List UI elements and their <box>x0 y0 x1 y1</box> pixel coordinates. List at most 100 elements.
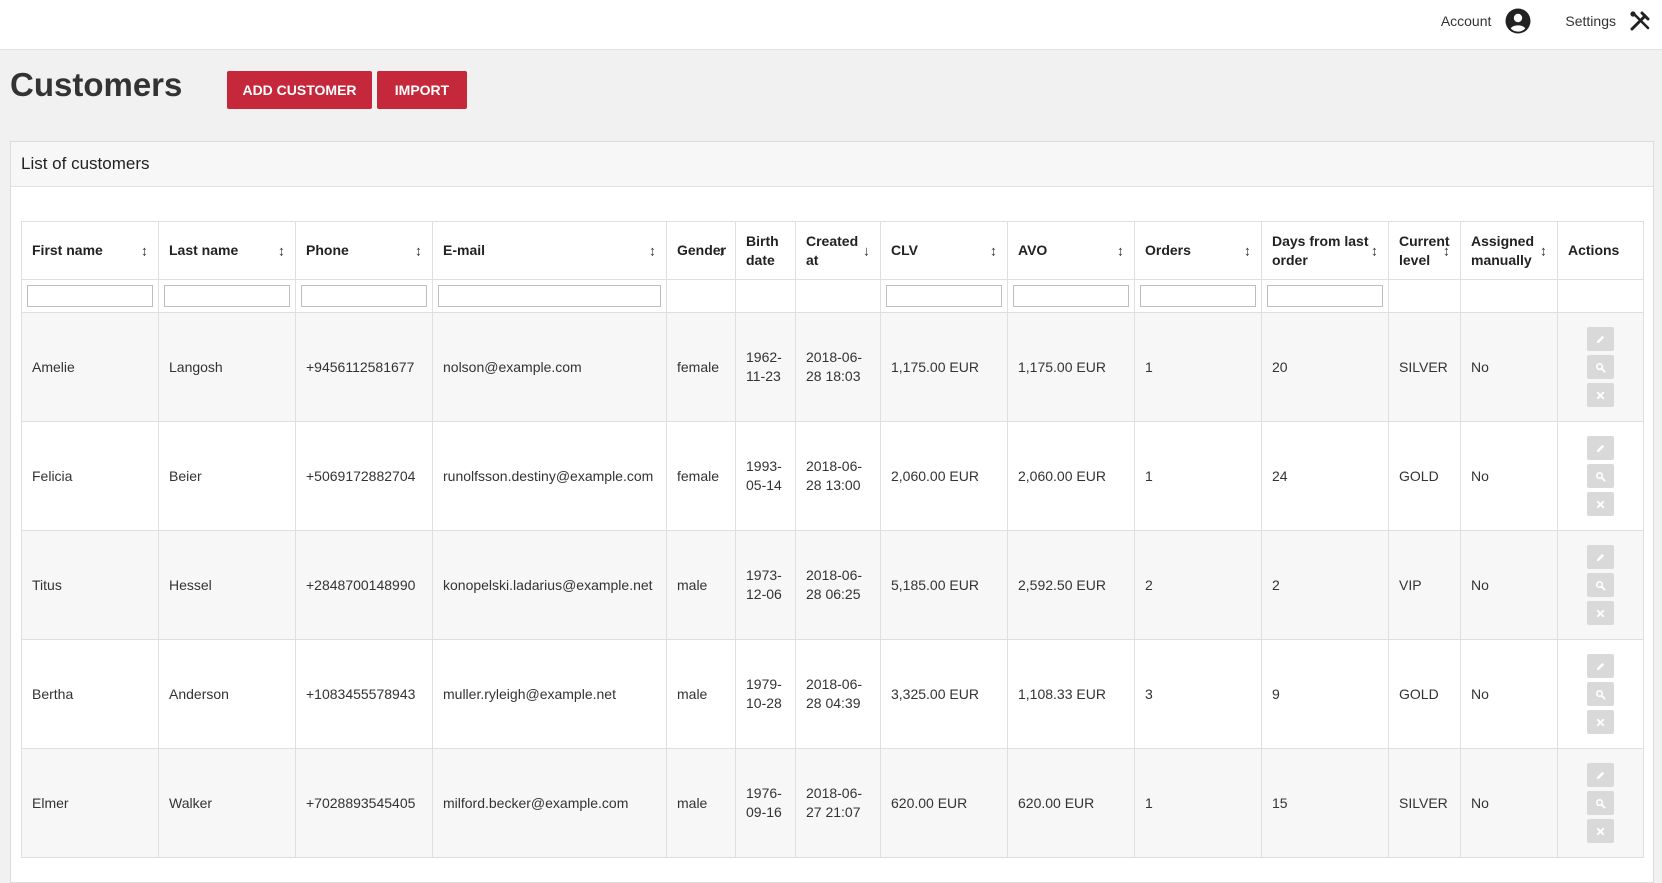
table-cell: 1993-05-14 <box>735 421 796 531</box>
col-last-name[interactable]: Last name ↕ <box>158 221 296 280</box>
col-label: Phone <box>306 242 349 258</box>
table-cell: 2018-06-28 18:03 <box>795 312 881 422</box>
delete-button[interactable] <box>1587 710 1614 734</box>
table-cell: No <box>1460 748 1558 858</box>
view-button[interactable] <box>1587 791 1614 815</box>
account-label: Account <box>1440 13 1492 29</box>
table-cell: 3,325.00 EUR <box>880 639 1008 749</box>
sort-icon[interactable]: ↕ <box>649 241 656 260</box>
table-cell: 1,108.33 EUR <box>1007 639 1135 749</box>
table-cell: 1979-10-28 <box>735 639 796 749</box>
edit-icon <box>1596 335 1605 343</box>
actions-cell <box>1557 748 1644 858</box>
table-cell: male <box>666 639 736 749</box>
col-assigned-manually[interactable]: Assigned manually ↕ <box>1460 221 1558 280</box>
table-cell: Beier <box>158 421 296 531</box>
col-label: Orders <box>1145 242 1191 258</box>
delete-button[interactable] <box>1587 601 1614 625</box>
sort-icon[interactable]: ↕ <box>1371 241 1378 260</box>
filter-avo[interactable] <box>1013 285 1129 307</box>
col-gender[interactable]: Gender ↕ <box>666 221 736 280</box>
table-row: Felicia Beier +5069172882704 runolfsson.des… <box>21 421 1644 531</box>
edit-button[interactable] <box>1587 654 1614 678</box>
table-cell: milford.becker@example.com <box>432 748 667 858</box>
col-first-name[interactable]: First name ↕ <box>21 221 159 280</box>
col-avo[interactable]: AVO ↕ <box>1007 221 1135 280</box>
row-actions <box>1568 652 1633 736</box>
row-actions <box>1568 434 1633 518</box>
top-bar: Account Settings <box>0 0 1662 50</box>
sort-icon[interactable]: ↕ <box>278 241 285 260</box>
sort-icon[interactable]: ↕ <box>1540 241 1547 260</box>
settings-link[interactable]: Settings <box>1565 9 1652 33</box>
page-title: Customers <box>10 66 183 103</box>
col-label: First name <box>32 242 103 258</box>
table-cell: GOLD <box>1388 639 1461 749</box>
col-clv[interactable]: CLV ↕ <box>880 221 1008 280</box>
add-customer-button[interactable]: ADD CUSTOMER <box>227 71 372 109</box>
row-actions <box>1568 761 1633 845</box>
sort-icon[interactable]: ↕ <box>1244 241 1251 260</box>
table-cell: No <box>1460 312 1558 422</box>
table-cell: 1 <box>1134 748 1262 858</box>
filter-last-name[interactable] <box>164 285 290 307</box>
delete-icon <box>1596 391 1605 399</box>
delete-button[interactable] <box>1587 819 1614 843</box>
panel-title: List of customers <box>11 142 1653 187</box>
col-current-level[interactable]: Current level ↕ <box>1388 221 1461 280</box>
edit-button[interactable] <box>1587 763 1614 787</box>
view-icon <box>1596 798 1606 809</box>
edit-icon <box>1596 553 1605 561</box>
view-button[interactable] <box>1587 464 1614 488</box>
col-phone[interactable]: Phone ↕ <box>295 221 433 280</box>
table-cell: No <box>1460 639 1558 749</box>
edit-button[interactable] <box>1587 327 1614 351</box>
filter-orders[interactable] <box>1140 285 1256 307</box>
top-nav: Account Settings <box>1407 8 1652 34</box>
table-cell: Titus <box>21 530 159 640</box>
delete-button[interactable] <box>1587 383 1614 407</box>
table-cell: 1973-12-06 <box>735 530 796 640</box>
account-link[interactable]: Account <box>1441 8 1532 34</box>
table-cell: 5,185.00 EUR <box>880 530 1008 640</box>
table-cell: 1,175.00 EUR <box>1007 312 1135 422</box>
filter-clv[interactable] <box>886 285 1002 307</box>
customers-table: First name ↕ Last name ↕ Phone ↕ E-mail ↕ Ge… <box>21 221 1644 858</box>
table-cell: +5069172882704 <box>295 421 433 531</box>
table-cell: +9456112581677 <box>295 312 433 422</box>
col-created-at[interactable]: Created at ↓ <box>795 221 881 280</box>
filter-phone[interactable] <box>301 285 427 307</box>
table-cell: +1083455578943 <box>295 639 433 749</box>
col-label: E-mail <box>443 242 486 258</box>
sort-icon[interactable]: ↓ <box>863 241 870 260</box>
delete-icon <box>1596 609 1605 617</box>
filter-first-name[interactable] <box>27 285 153 307</box>
delete-button[interactable] <box>1587 492 1614 516</box>
col-email[interactable]: E-mail ↕ <box>432 221 667 280</box>
col-days-from-last-order[interactable]: Days from last order ↕ <box>1261 221 1389 280</box>
table-cell: 2,060.00 EUR <box>1007 421 1135 531</box>
sort-icon[interactable]: ↕ <box>141 241 148 260</box>
col-orders[interactable]: Orders ↕ <box>1134 221 1262 280</box>
sort-icon[interactable]: ↕ <box>1443 241 1450 260</box>
sort-icon[interactable]: ↕ <box>990 241 997 260</box>
sort-icon[interactable]: ↕ <box>1117 241 1124 260</box>
sort-icon[interactable]: ↕ <box>415 241 422 260</box>
table-cell: Langosh <box>158 312 296 422</box>
filter-email[interactable] <box>438 285 661 307</box>
table-row: Elmer Walker +7028893545405 milford.becker@… <box>21 748 1644 858</box>
view-button[interactable] <box>1587 682 1614 706</box>
table-cell: 2018-06-28 13:00 <box>795 421 881 531</box>
import-button[interactable]: IMPORT <box>377 71 467 109</box>
view-button[interactable] <box>1587 355 1614 379</box>
sort-icon[interactable]: ↕ <box>718 241 725 260</box>
edit-button[interactable] <box>1587 545 1614 569</box>
view-button[interactable] <box>1587 573 1614 597</box>
table-cell: Felicia <box>21 421 159 531</box>
col-label: Current level <box>1399 232 1450 268</box>
edit-button[interactable] <box>1587 436 1614 460</box>
table-cell: 24 <box>1261 421 1389 531</box>
filter-days-from-last-order[interactable] <box>1267 285 1383 307</box>
table-cell: 1 <box>1134 312 1262 422</box>
edit-icon <box>1596 662 1605 670</box>
